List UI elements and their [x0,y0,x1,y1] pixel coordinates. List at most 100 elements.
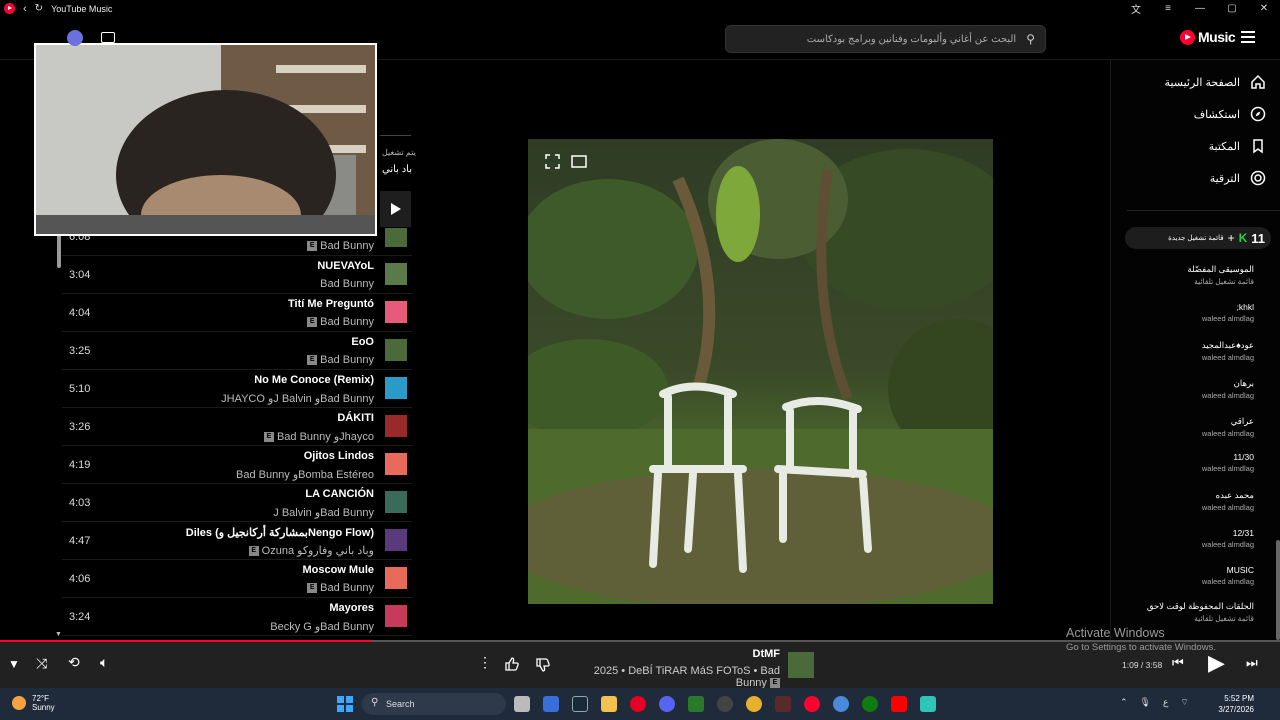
queue-track-title: DÁKITI [337,412,374,424]
taskbar-search[interactable]: ⚲ Search [362,693,506,715]
back-icon[interactable]: ‹ [23,3,27,15]
queue-row[interactable]: 3:04 NUEVAYoL Bad Bunny [62,256,412,294]
wifi-icon[interactable]: ⌔ [1180,697,1188,708]
app-window-icon[interactable] [920,696,936,712]
tray-expand-icon[interactable]: ⌃ [1120,697,1128,708]
play-button[interactable]: ▶︎ [1208,650,1225,676]
sun-icon [12,696,26,710]
explicit-badge: E [307,355,318,365]
queue-track-thumbnail [385,339,407,361]
shuffle-icon[interactable]: ⤨ [36,655,47,672]
sidebar-playlist-item[interactable]: MUSIC waleed almdlag [1202,565,1254,586]
queue-track-title: Moscow Mule [302,564,374,576]
taskbar-clock[interactable]: 5:52 PM 3/27/2026 [1218,693,1254,715]
minimize-button[interactable]: — [1184,3,1216,14]
queue-scrollbar[interactable] [57,232,61,268]
queue-row[interactable]: 3:25 EoO E Bad Bunny [62,332,412,370]
queue-scroll-down-icon[interactable]: ▼ [55,631,62,638]
media-app-icon[interactable] [688,696,704,712]
queue-row[interactable]: 4:47 Diles (بمشاركة أركانجيل وNengo Flow)… [62,522,412,560]
pinterest-icon[interactable] [630,696,646,712]
sidebar-playlist-item[interactable]: برهان waleed almdlag [1202,378,1254,400]
maximize-button[interactable]: ▢ [1216,3,1248,14]
translate-icon[interactable]: 文 [1120,1,1152,16]
widget-app-icon[interactable] [543,696,559,712]
user-avatar[interactable] [67,30,83,46]
queue-row[interactable]: 4:03 LA CANCIÓN J Balvin وBad Bunny [62,484,412,522]
track-duration: 4:04 [69,307,91,319]
mic-icon[interactable]: 🎙︎ [1140,697,1151,708]
search-input[interactable]: البحث عن أغاني وألبومات وفنانين وبرامج ب… [807,34,1016,45]
close-button[interactable]: ✕ [1248,3,1280,14]
youtube-music-logo[interactable]: Music [1180,29,1236,45]
start-button[interactable] [337,696,353,712]
upgrade-icon [1250,170,1266,186]
volume-icon[interactable]: 🔈︎ [100,654,108,671]
sidebar-playlist-item[interactable]: 12/31 waleed almdlag [1202,528,1254,549]
queue-track-thumbnail [385,491,407,513]
queue-play-button[interactable] [380,191,411,227]
queue-row[interactable]: 3:24 Mayores Becky G وBad Bunny [62,598,412,636]
sidebar-scrollbar[interactable] [1276,540,1280,640]
task-view-icon[interactable] [514,696,530,712]
explicit-badge: E [307,583,318,593]
input-language[interactable]: ع [1163,697,1168,708]
dislike-icon[interactable] [535,657,551,673]
sidebar-playlist-item[interactable]: الحلقات المحفوظة لوقت لاحق قائمة تشغيل تل… [1147,601,1254,623]
queue-row[interactable]: 4:19 Ojitos Lindos Bad Bunny وBomba Estére… [62,446,412,484]
nav-library[interactable]: المكتبة [1209,138,1266,154]
queue-track-title: Tití Me Preguntó [288,298,374,310]
picture-in-picture-video[interactable] [34,43,377,236]
time-readout: 1:09 / 3:58 [1122,660,1163,670]
weather-widget[interactable]: 72°F Sunny [12,694,55,712]
nav-explore-label: استكشاف [1193,108,1240,121]
sidebar-playlist-item[interactable]: ;khkl waleed almdlag [1202,302,1254,323]
more-options-icon[interactable]: ⋮ [478,654,492,671]
expand-queue-icon[interactable]: ▼ [8,657,20,671]
steam-icon[interactable] [572,696,588,712]
reload-icon[interactable]: ↻ [35,3,43,14]
new-playlist-button[interactable]: قائمة تشغيل جديدة + K 11 [1125,227,1271,249]
chrome-alt-icon[interactable] [833,696,849,712]
search-bar[interactable]: البحث عن أغاني وألبومات وفنانين وبرامج ب… [725,25,1046,53]
game-app-icon[interactable] [717,696,733,712]
sidebar-playlist-item[interactable]: محمد عبده waleed almdlag [1202,490,1254,512]
sidebar-playlist-item[interactable]: الموسيقى المفضّلة قائمة تشغيل تلقائية [1187,264,1254,286]
search-icon[interactable]: ⚲ [1026,32,1035,46]
xbox-icon[interactable] [862,696,878,712]
playlist-title: ;khkl [1236,302,1254,312]
hamburger-menu-icon[interactable] [1241,31,1255,43]
youtube-icon[interactable] [891,696,907,712]
file-explorer-icon[interactable] [601,696,617,712]
nav-upgrade[interactable]: الترقية [1210,170,1266,186]
queue-row[interactable]: 4:04 Tití Me Preguntó E Bad Bunny [62,294,412,332]
chrome-icon[interactable] [746,696,762,712]
queue-track-title: EoO [351,336,374,348]
cast-icon[interactable] [101,32,115,43]
like-icon[interactable] [504,656,520,672]
clock-time: 5:52 PM [1224,694,1254,703]
repeat-icon[interactable]: ⟲ [68,654,80,671]
queue-row[interactable]: 3:26 DÁKITI E Bad Bunny وJhayco [62,408,412,446]
youtube-music-taskbar-icon[interactable] [804,696,820,712]
playlist-title: عراقي [1230,416,1254,426]
queue-row[interactable]: 4:06 Moscow Mule E Bad Bunny [62,560,412,598]
track-title[interactable]: DtMF [560,648,781,660]
sidebar-playlist-item[interactable]: عراقي waleed almdlag [1202,416,1254,438]
sidebar-playlist-item[interactable]: 11/30 waleed almdlag [1202,452,1254,473]
menu-icon[interactable]: ≡ [1152,3,1184,14]
track-duration: 3:04 [69,269,91,281]
track-duration: 3:26 [69,421,91,433]
queue-row[interactable]: 5:10 No Me Conoce (Remix) JHAYCO وJ Balvin… [62,370,412,408]
nav-explore[interactable]: استكشاف [1194,106,1266,122]
track-thumbnail[interactable] [788,652,814,678]
track-subtitle[interactable]: 2025 • DeBÍ TiRAR MáS FOToS • Bad Bunny … [560,665,780,689]
nav-home[interactable]: الصفحة الرئيسية [1165,74,1266,90]
discord-icon[interactable] [659,696,675,712]
active-app-icon[interactable] [775,696,791,712]
next-track-icon[interactable]: ⏭︎ [1246,655,1258,671]
previous-track-icon[interactable]: ⏮︎ [1172,655,1184,671]
sidebar-playlist-item[interactable]: عود♠عبدالمجيد waleed almdlag [1202,340,1254,362]
track-duration: 4:19 [69,459,91,471]
playlist-subtitle: waleed almdlag [1201,353,1254,362]
